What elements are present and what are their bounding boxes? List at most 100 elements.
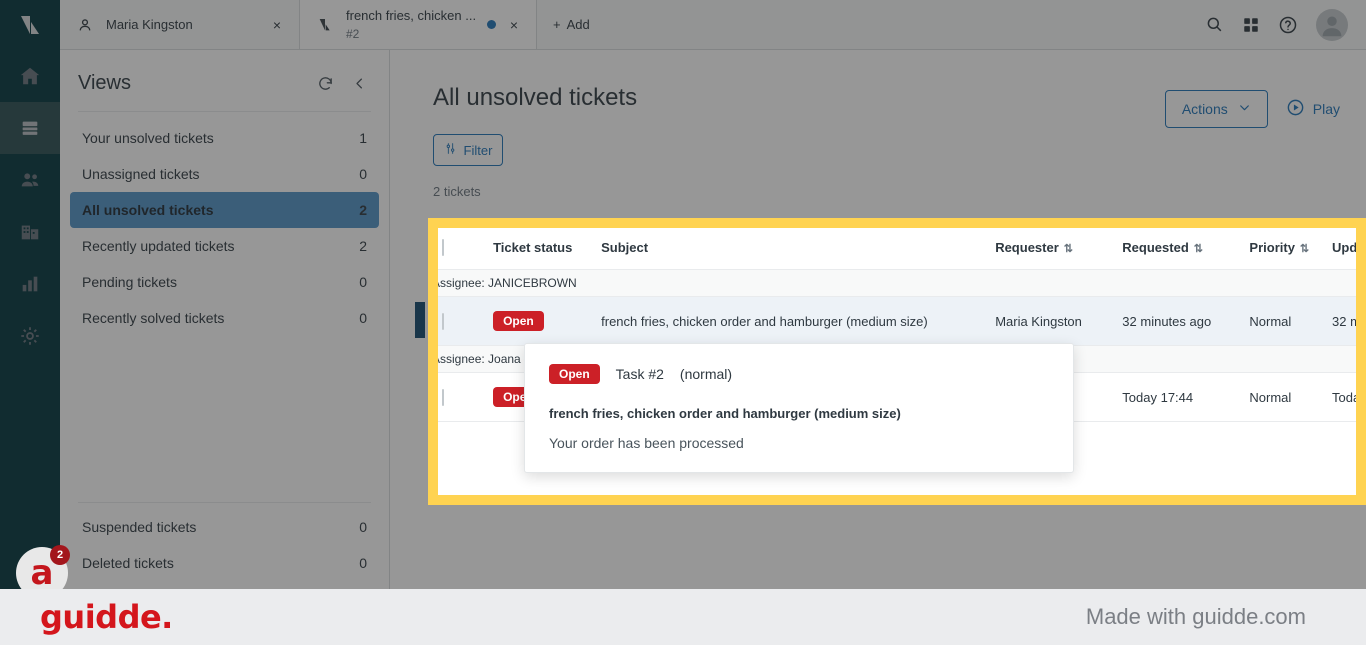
apps-grid-icon[interactable]	[1242, 16, 1260, 34]
tooltip-status-badge: Open	[549, 364, 600, 384]
column-header-priority[interactable]: Priority ⇅	[1249, 228, 1333, 270]
cell-updated: 32 m	[1332, 296, 1356, 346]
cell-status: Open	[493, 296, 602, 346]
sidebar-item-suspended[interactable]: Suspended tickets 0	[70, 509, 379, 545]
rail-item-organizations[interactable]	[0, 206, 60, 258]
plus-icon: +	[553, 17, 561, 32]
sort-icon[interactable]: ⇅	[1300, 243, 1309, 255]
table-row[interactable]: Open french fries, chicken order and ham…	[438, 296, 1356, 346]
actions-label: Actions	[1181, 101, 1228, 117]
view-label: Suspended tickets	[82, 519, 197, 535]
divider	[78, 502, 371, 503]
sidebar-item-recently-updated[interactable]: Recently updated tickets 2	[70, 228, 379, 264]
view-label: Deleted tickets	[82, 555, 174, 571]
rail-item-reporting[interactable]	[0, 258, 60, 310]
view-label: Pending tickets	[82, 274, 177, 290]
filter-sliders-icon	[444, 142, 457, 158]
ticket-count-label: 2 tickets	[433, 184, 481, 199]
tab-subtitle: #2	[346, 26, 360, 41]
group-header-label: Assignee: JANICEBROWN	[438, 276, 577, 290]
rail-item-tickets[interactable]	[0, 102, 60, 154]
tab-title: french fries, chicken ...	[346, 7, 477, 23]
column-header-updated[interactable]: Upd	[1332, 228, 1356, 270]
tab-ticket-2[interactable]: french fries, chicken ... #2 ×	[300, 0, 537, 49]
views-title: Views	[78, 72, 131, 94]
sidebar-item-unassigned[interactable]: Unassigned tickets 0	[70, 156, 379, 192]
column-header-ticket-status[interactable]: Ticket status	[493, 228, 602, 270]
divider	[78, 111, 371, 112]
view-count: 0	[359, 555, 367, 571]
cell-requester: Maria Kingston	[995, 296, 1123, 346]
views-spacer	[60, 336, 389, 496]
tooltip-task-id: Task #2	[615, 366, 664, 382]
rail-item-home[interactable]	[0, 50, 60, 102]
play-circle-icon	[1286, 98, 1305, 120]
view-count: 2	[359, 238, 367, 254]
cell-updated: Toda	[1332, 372, 1356, 422]
column-label: Ticket status	[493, 240, 573, 255]
view-label: All unsolved tickets	[82, 202, 214, 218]
views-header: Views	[60, 50, 389, 105]
sort-icon[interactable]: ⇅	[1064, 243, 1073, 255]
filter-button[interactable]: Filter	[433, 134, 503, 166]
zendesk-logo-icon	[0, 0, 60, 50]
home-icon	[20, 67, 40, 85]
play-button[interactable]: Play	[1286, 98, 1340, 120]
add-tab-label: Add	[566, 17, 590, 32]
row-checkbox[interactable]	[442, 312, 444, 330]
group-header-label: Assignee: Joana ol	[438, 352, 534, 366]
gear-icon	[21, 327, 39, 345]
chevron-left-icon[interactable]	[352, 76, 367, 91]
unsaved-indicator-dot	[487, 20, 496, 29]
cell-requested: Today 17:44	[1122, 372, 1250, 422]
sidebar-item-all-unsolved[interactable]: All unsolved tickets 2	[70, 192, 379, 228]
select-all-checkbox[interactable]	[442, 239, 444, 256]
close-icon[interactable]: ×	[269, 17, 285, 33]
select-all-header	[438, 228, 494, 270]
tickets-icon	[22, 121, 38, 135]
sidebar-item-deleted[interactable]: Deleted tickets 0	[70, 545, 379, 581]
column-label: Priority	[1249, 240, 1295, 255]
view-label: Your unsolved tickets	[82, 130, 214, 146]
row-checkbox[interactable]	[442, 388, 444, 406]
rail-item-admin[interactable]	[0, 310, 60, 362]
view-count: 0	[359, 310, 367, 326]
sidebar-item-your-unsolved[interactable]: Your unsolved tickets 1	[70, 120, 379, 156]
close-icon[interactable]: ×	[506, 17, 522, 33]
view-count: 0	[359, 519, 367, 535]
sidebar-item-recently-solved[interactable]: Recently solved tickets 0	[70, 300, 379, 336]
tab-maria-kingston[interactable]: Maria Kingston ×	[60, 0, 300, 49]
group-header-row: Assignee: JANICEBROWN	[438, 269, 1356, 297]
table-header-row: Ticket status Subject Requester ⇅ Request…	[438, 228, 1356, 270]
main-action-bar: Actions Play	[1164, 90, 1340, 128]
guidde-footer-bar: guidde. Made with guidde.com	[0, 589, 1366, 645]
guidde-logo: guidde.	[40, 598, 173, 636]
tickets-icon	[314, 17, 336, 33]
sort-icon[interactable]: ⇅	[1194, 243, 1203, 255]
bar-chart-icon	[22, 276, 38, 292]
people-icon	[21, 173, 39, 187]
filter-label: Filter	[463, 142, 493, 158]
column-header-subject[interactable]: Subject	[601, 228, 996, 270]
help-icon[interactable]	[1278, 15, 1298, 35]
row-selection-accent-bar	[415, 302, 425, 338]
zendesk-app: Maria Kingston × french fries, chicken .…	[0, 0, 1366, 589]
refresh-icon[interactable]	[317, 75, 334, 92]
rail-item-customers[interactable]	[0, 154, 60, 206]
group-header-cell: Assignee: JANICEBROWN	[438, 269, 1356, 297]
cell-subject[interactable]: french fries, chicken order and hamburge…	[601, 296, 996, 346]
status-badge: Open	[493, 311, 544, 331]
chevron-down-icon	[1238, 101, 1251, 117]
sidebar-item-pending[interactable]: Pending tickets 0	[70, 264, 379, 300]
search-icon[interactable]	[1205, 15, 1224, 34]
guidde-badge-letter: a	[30, 553, 54, 593]
play-label: Play	[1312, 101, 1340, 117]
actions-button[interactable]: Actions	[1164, 90, 1268, 128]
user-icon	[74, 17, 96, 33]
add-tab-button[interactable]: + Add	[537, 0, 606, 49]
view-count: 1	[359, 130, 367, 146]
column-header-requester[interactable]: Requester ⇅	[995, 228, 1123, 270]
avatar[interactable]	[1316, 8, 1348, 41]
column-header-requested[interactable]: Requested ⇅	[1122, 228, 1250, 270]
guidde-badge-count: 2	[50, 545, 70, 565]
